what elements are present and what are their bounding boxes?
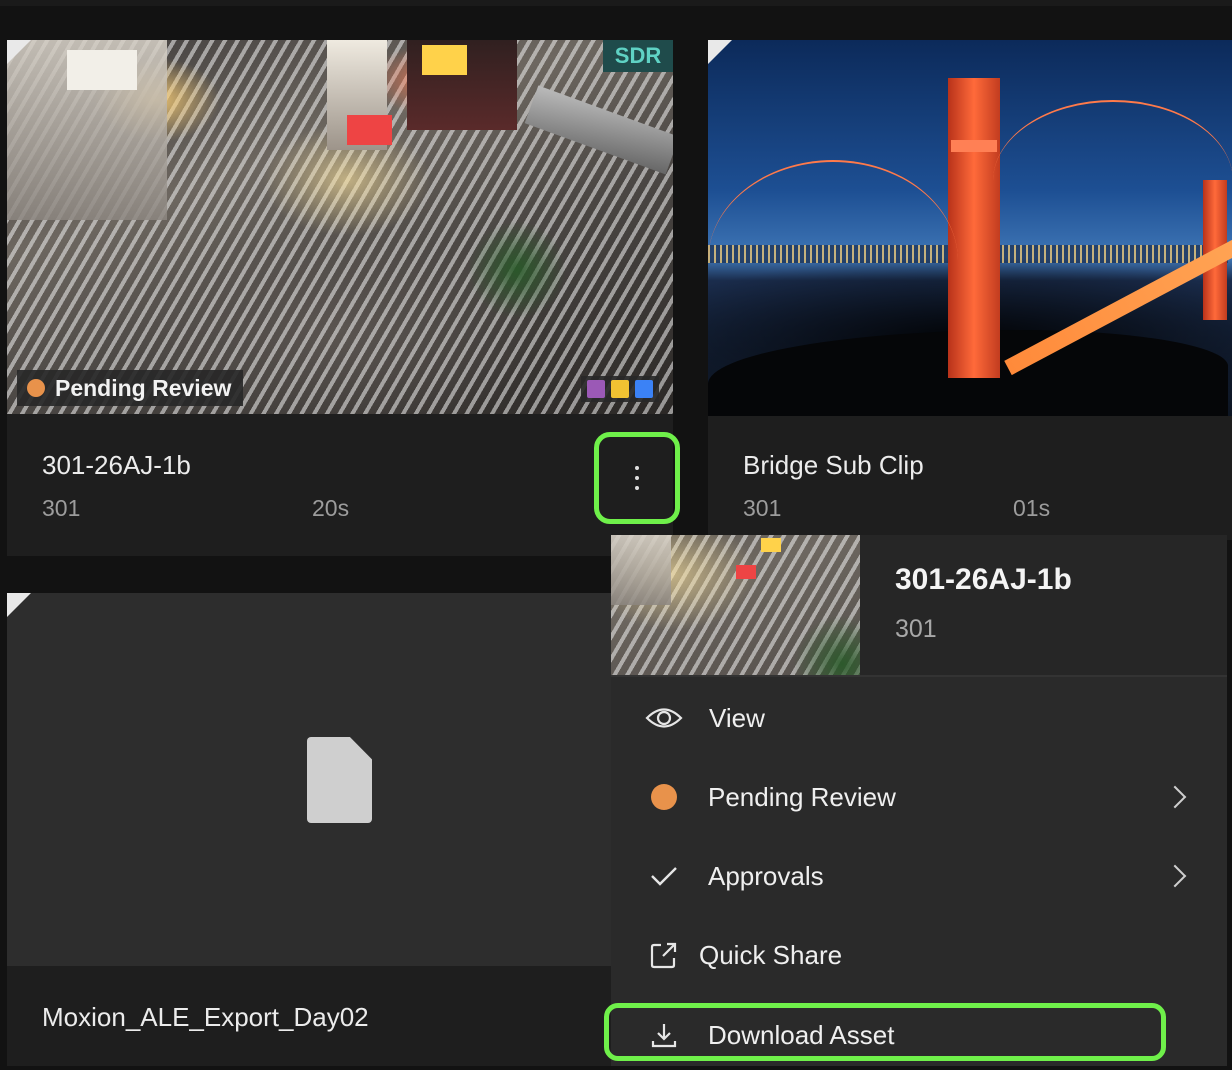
eye-icon bbox=[645, 699, 683, 737]
color-labels bbox=[581, 376, 659, 402]
menu-item-approvals[interactable]: Approvals bbox=[611, 841, 1227, 911]
menu-item-label: Quick Share bbox=[699, 939, 843, 970]
menu-header: 301-26AJ-1b 301 bbox=[611, 535, 1227, 677]
asset-title: Bridge Sub Clip bbox=[743, 450, 924, 480]
menu-item-download-asset[interactable]: Download Asset bbox=[611, 1000, 1227, 1070]
menu-item-label: Approvals bbox=[708, 860, 824, 891]
menu-item-view[interactable]: View bbox=[611, 683, 1227, 753]
asset-scene: 301 bbox=[743, 495, 782, 521]
asset-thumbnail[interactable] bbox=[708, 40, 1232, 416]
asset-card-2[interactable]: Bridge Sub Clip 301 01s bbox=[708, 40, 1232, 540]
asset-title: Moxion_ALE_Export_Day02 bbox=[42, 1002, 369, 1032]
chevron-right-icon bbox=[1163, 785, 1187, 809]
color-label-yellow bbox=[611, 380, 629, 398]
status-dot-icon bbox=[27, 379, 45, 397]
status-dot-icon bbox=[645, 778, 683, 816]
asset-context-menu: 301-26AJ-1b 301 View Pending Review Appr… bbox=[611, 535, 1227, 1066]
menu-item-quick-share[interactable]: Quick Share bbox=[611, 920, 1227, 990]
menu-asset-title: 301-26AJ-1b bbox=[895, 563, 1072, 596]
asset-thumbnail[interactable]: SDR Pending Review bbox=[7, 40, 673, 414]
chevron-right-icon bbox=[1163, 864, 1187, 888]
corner-fold-icon bbox=[7, 593, 31, 617]
corner-fold-icon bbox=[7, 40, 31, 64]
top-bar bbox=[0, 0, 1232, 6]
status-badge: Pending Review bbox=[17, 370, 244, 406]
asset-duration: 20s bbox=[312, 495, 350, 521]
menu-asset-thumbnail bbox=[611, 535, 860, 675]
status-label: Pending Review bbox=[55, 374, 232, 401]
asset-scene: 301 bbox=[42, 495, 81, 521]
asset-thumbnail[interactable] bbox=[7, 593, 611, 966]
color-label-purple bbox=[587, 380, 605, 398]
sdr-badge: SDR bbox=[603, 40, 673, 72]
menu-item-label: View bbox=[709, 702, 765, 733]
asset-title: 301-26AJ-1b bbox=[42, 450, 191, 480]
more-options-button[interactable] bbox=[594, 432, 680, 524]
more-vertical-icon bbox=[635, 466, 639, 490]
menu-item-label: Download Asset bbox=[708, 1019, 895, 1050]
menu-asset-scene: 301 bbox=[895, 615, 937, 643]
share-icon bbox=[645, 936, 683, 974]
checkmark-icon bbox=[645, 857, 683, 895]
menu-item-label: Pending Review bbox=[708, 781, 896, 812]
download-icon bbox=[645, 1016, 683, 1054]
corner-fold-icon bbox=[708, 40, 732, 64]
menu-item-pending-review[interactable]: Pending Review bbox=[611, 762, 1227, 832]
color-label-blue bbox=[635, 380, 653, 398]
asset-card-1[interactable]: SDR Pending Review 301-26AJ-1b 301 20s bbox=[7, 40, 673, 556]
document-icon bbox=[307, 737, 372, 823]
asset-duration: 01s bbox=[1013, 495, 1051, 521]
